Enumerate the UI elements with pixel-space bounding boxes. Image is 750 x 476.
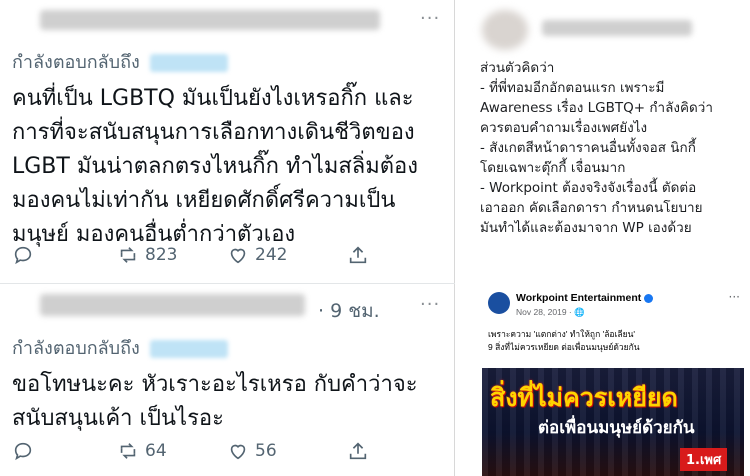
like-count: 242: [255, 245, 288, 265]
tweet-text: คนที่เป็น LGBTQ มันเป็นยังไงเหรอกิ๊ก และ…: [12, 86, 419, 247]
post-banner-image: สิ่งที่ไม่ควรเหยียด ต่อเพื่อนมนุษย์ด้วยก…: [482, 368, 744, 476]
author-line-blurred: [542, 20, 692, 36]
reply-to-text: กำลังตอบกลับถึง: [12, 338, 140, 359]
opinion-text: ส่วนตัวคิดว่า - ที่พี่ทอมอีกอักตอนแรก เพ…: [480, 60, 713, 236]
retweet-count: 823: [145, 245, 178, 265]
more-icon[interactable]: ···: [420, 8, 440, 29]
reply-to-label: กำลังตอบกลับถึง: [12, 47, 228, 76]
workpoint-logo: [488, 292, 510, 314]
more-icon[interactable]: ···: [729, 290, 740, 304]
share-icon: [349, 442, 367, 460]
author-line-blurred: [40, 10, 380, 30]
tweet-thread-panel: ··· กำลังตอบกลับถึง คนที่เป็น LGBTQ มันเ…: [0, 0, 455, 476]
verified-icon: [644, 293, 654, 303]
page-name[interactable]: Workpoint Entertainment: [516, 292, 654, 304]
page-name-text: Workpoint Entertainment: [516, 292, 642, 304]
author-line-blurred: [40, 294, 305, 316]
like-button[interactable]: 242: [227, 244, 347, 266]
like-button[interactable]: 56: [227, 440, 347, 462]
reply-to-label: กำลังตอบกลับถึง: [12, 333, 228, 362]
reply-handle-blurred[interactable]: [149, 54, 228, 72]
like-count: 56: [255, 441, 277, 461]
tweet-text: ขอโทษนะคะ หัวเราะอะไรเหรอ กับคำว่าจะ สนั…: [12, 372, 418, 431]
share-icon: [349, 246, 367, 264]
tweet-actions: 823 242: [12, 244, 432, 266]
banner-title: สิ่งที่ไม่ควรเหยียด: [490, 383, 678, 412]
facebook-post-embed[interactable]: Workpoint Entertainment Nov 28, 2019 · 🌐…: [482, 290, 744, 476]
retweet-count: 64: [145, 441, 167, 461]
opinion-panel: ส่วนตัวคิดว่า - ที่พี่ทอมอีกอักตอนแรก เพ…: [462, 0, 750, 476]
banner-tag: 1.เพศ: [680, 448, 728, 471]
tweet-divider: [0, 283, 455, 284]
more-icon[interactable]: ···: [420, 294, 440, 315]
reply-icon: [14, 246, 32, 265]
heart-icon: [230, 248, 246, 264]
retweet-button[interactable]: 823: [117, 244, 227, 266]
share-button[interactable]: [347, 244, 375, 266]
reply-button[interactable]: [12, 244, 117, 266]
tweet-actions: 64 56: [12, 440, 432, 462]
reply-button[interactable]: [12, 440, 117, 462]
retweet-button[interactable]: 64: [117, 440, 227, 462]
reply-handle-blurred[interactable]: [149, 340, 228, 358]
share-button[interactable]: [347, 440, 375, 462]
retweet-icon: [120, 247, 136, 263]
tweet-time[interactable]: · 9 ชม.: [318, 296, 380, 326]
heart-icon: [230, 444, 246, 460]
avatar-blurred: [482, 10, 528, 50]
reply-to-text: กำลังตอบกลับถึง: [12, 52, 140, 73]
banner-subtitle: ต่อเพื่อนมนุษย์ด้วยกัน: [538, 418, 695, 438]
post-date: Nov 28, 2019 · 🌐: [516, 307, 585, 317]
retweet-icon: [120, 443, 136, 459]
post-caption: เพราะความ 'แตกต่าง' ทำให้ถูก 'ล้อเลียน' …: [488, 329, 640, 352]
reply-icon: [14, 442, 32, 461]
